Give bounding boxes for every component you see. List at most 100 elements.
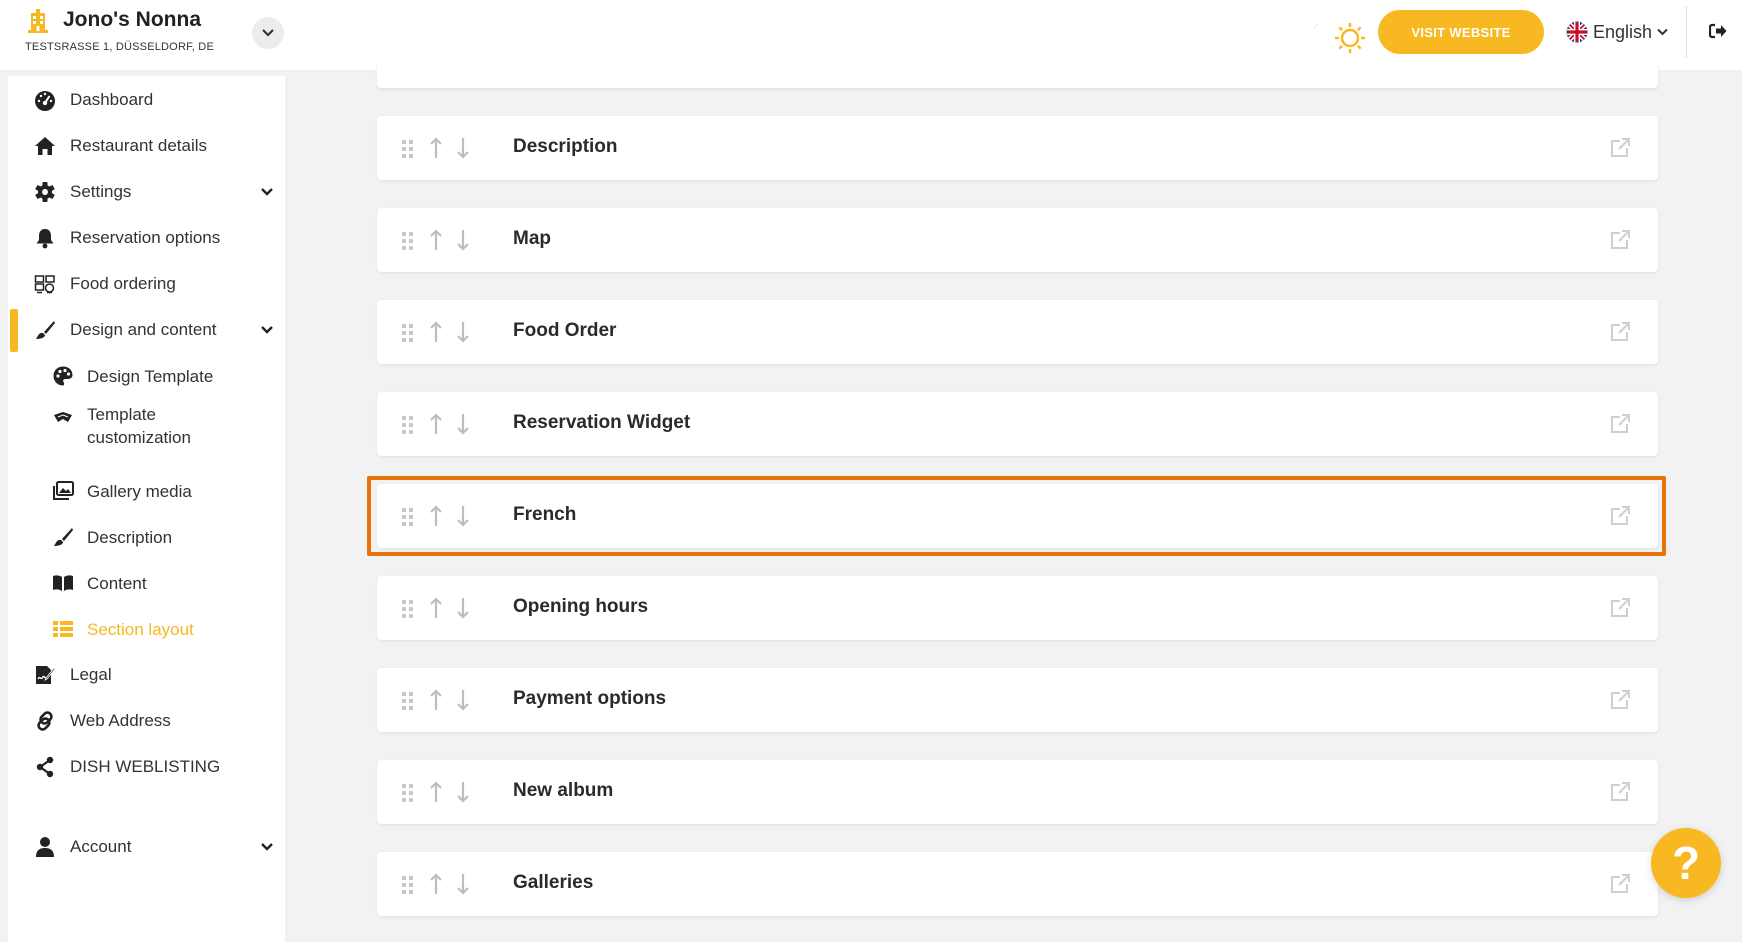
section-row[interactable]: Galleries bbox=[377, 852, 1658, 916]
help-button[interactable]: ? bbox=[1651, 828, 1721, 898]
arrow-down-icon[interactable] bbox=[456, 689, 470, 711]
signature-icon bbox=[36, 666, 56, 684]
sidebar-item-dish-weblisting[interactable]: DISH WEBLISTING bbox=[8, 747, 285, 787]
arrow-up-icon[interactable] bbox=[429, 229, 443, 251]
images-icon bbox=[53, 481, 74, 500]
highlight-box bbox=[367, 476, 1666, 556]
section-row[interactable]: Map bbox=[377, 208, 1658, 272]
section-title: New album bbox=[513, 780, 614, 801]
arrow-down-icon[interactable] bbox=[456, 597, 470, 619]
sidebar-item-design-and-content[interactable]: Design and content bbox=[8, 310, 285, 350]
sidebar-item-description[interactable]: Description bbox=[8, 517, 285, 557]
sidebar: Dashboard Restaurant details Settings Re… bbox=[8, 76, 285, 942]
chevron-down-icon bbox=[261, 326, 273, 334]
chevron-down-icon bbox=[1657, 28, 1668, 36]
moon-icon bbox=[1311, 22, 1334, 54]
arrow-down-icon[interactable] bbox=[456, 229, 470, 251]
user-icon bbox=[36, 837, 54, 857]
section-title: Galleries bbox=[513, 872, 594, 893]
arrow-up-icon[interactable] bbox=[429, 137, 443, 159]
sidebar-item-restaurant-details[interactable]: Restaurant details bbox=[8, 126, 285, 166]
external-edit-icon[interactable] bbox=[1609, 873, 1631, 895]
external-edit-icon[interactable] bbox=[1609, 137, 1631, 159]
external-edit-icon[interactable] bbox=[1609, 597, 1631, 619]
home-icon bbox=[35, 137, 55, 155]
external-edit-icon[interactable] bbox=[1609, 689, 1631, 711]
sidebar-item-legal[interactable]: Legal bbox=[8, 655, 285, 695]
header-divider bbox=[1686, 6, 1687, 58]
food-ordering-icon bbox=[34, 275, 55, 294]
sidebar-item-label: Account bbox=[70, 837, 132, 856]
sidebar-item-label: Legal bbox=[70, 665, 112, 684]
drag-handle-icon[interactable] bbox=[401, 139, 415, 159]
arrow-up-icon[interactable] bbox=[429, 781, 443, 803]
sidebar-item-content[interactable]: Content bbox=[8, 563, 285, 603]
language-selector[interactable]: English bbox=[1566, 19, 1668, 45]
link-icon bbox=[37, 711, 53, 731]
arrow-down-icon[interactable] bbox=[456, 413, 470, 435]
restaurant-name: Jono's Nonna bbox=[63, 8, 201, 31]
drag-handle-icon[interactable] bbox=[401, 691, 415, 711]
sidebar-item-web-address[interactable]: Web Address bbox=[8, 701, 285, 741]
drag-handle-icon[interactable] bbox=[401, 323, 415, 343]
language-label: English bbox=[1593, 21, 1653, 42]
brush-icon bbox=[54, 528, 73, 546]
section-title: Map bbox=[513, 228, 551, 249]
sidebar-item-dashboard[interactable]: Dashboard bbox=[8, 80, 285, 120]
bell-icon bbox=[36, 229, 54, 249]
sidebar-item-label: Gallery media bbox=[87, 481, 192, 501]
template-icon bbox=[54, 412, 72, 422]
logout-icon bbox=[1709, 23, 1727, 39]
logout-button[interactable] bbox=[1703, 16, 1733, 46]
sidebar-item-section-layout[interactable]: Section layout bbox=[8, 609, 285, 649]
sidebar-item-label: Web Address bbox=[70, 711, 171, 730]
sidebar-item-label: Food ordering bbox=[70, 274, 176, 293]
sidebar-item-food-ordering[interactable]: Food ordering bbox=[8, 264, 285, 304]
section-title: Payment options bbox=[513, 688, 667, 709]
section-row[interactable]: Food Order bbox=[377, 300, 1658, 364]
section-row[interactable]: Description bbox=[377, 116, 1658, 180]
arrow-down-icon[interactable] bbox=[456, 781, 470, 803]
external-edit-icon[interactable] bbox=[1609, 321, 1631, 343]
section-title: Food Order bbox=[513, 320, 617, 341]
arrow-down-icon[interactable] bbox=[456, 873, 470, 895]
sidebar-item-account[interactable]: Account bbox=[8, 827, 285, 867]
external-edit-icon[interactable] bbox=[1609, 413, 1631, 435]
external-edit-icon[interactable] bbox=[1609, 781, 1631, 803]
book-icon bbox=[53, 575, 73, 591]
arrow-up-icon[interactable] bbox=[429, 597, 443, 619]
arrow-down-icon[interactable] bbox=[456, 321, 470, 343]
section-row[interactable]: Reservation Widget bbox=[377, 392, 1658, 456]
arrow-up-icon[interactable] bbox=[429, 873, 443, 895]
sidebar-item-design-template[interactable]: Design Template bbox=[8, 356, 285, 396]
drag-handle-icon[interactable] bbox=[401, 415, 415, 435]
drag-handle-icon[interactable] bbox=[401, 875, 415, 895]
section-row[interactable]: Opening hours bbox=[377, 576, 1658, 640]
section-row[interactable]: Payment options bbox=[377, 668, 1658, 732]
sidebar-item-reservation-options[interactable]: Reservation options bbox=[8, 218, 285, 258]
sidebar-item-gallery-media[interactable]: Gallery media bbox=[8, 471, 285, 511]
restaurant-address: TESTSRASSE 1, DÜSSELDORF, DE bbox=[25, 41, 214, 53]
visit-website-button[interactable]: VISIT WEBSITE bbox=[1378, 10, 1544, 54]
arrow-up-icon[interactable] bbox=[429, 321, 443, 343]
drag-handle-icon[interactable] bbox=[401, 783, 415, 803]
drag-handle-icon[interactable] bbox=[401, 599, 415, 619]
section-row[interactable]: New album bbox=[377, 760, 1658, 824]
gauge-icon bbox=[35, 91, 55, 111]
external-edit-icon[interactable] bbox=[1609, 229, 1631, 251]
uk-flag-icon bbox=[1566, 21, 1588, 43]
sidebar-item-template-customization[interactable]: Template customization bbox=[8, 402, 285, 450]
restaurant-switcher-button[interactable] bbox=[252, 17, 284, 49]
sidebar-item-label: DISH WEBLISTING bbox=[70, 757, 221, 776]
sidebar-item-settings[interactable]: Settings bbox=[8, 172, 285, 212]
theme-toggle[interactable] bbox=[1300, 18, 1368, 58]
arrow-down-icon[interactable] bbox=[456, 137, 470, 159]
arrow-up-icon[interactable] bbox=[429, 689, 443, 711]
drag-handle-icon[interactable] bbox=[401, 231, 415, 251]
sidebar-item-label: Content bbox=[87, 573, 147, 593]
section-title: Opening hours bbox=[513, 596, 649, 617]
arrow-up-icon[interactable] bbox=[429, 413, 443, 435]
list-icon bbox=[53, 621, 73, 637]
share-icon bbox=[36, 756, 54, 778]
sidebar-item-label: Section layout bbox=[87, 619, 194, 639]
